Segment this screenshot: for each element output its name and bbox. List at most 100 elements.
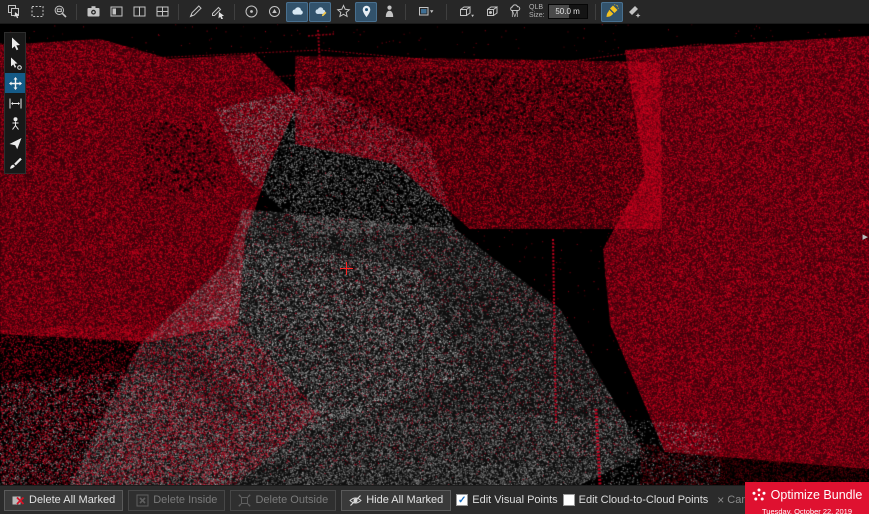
orbit-button[interactable] [240, 2, 262, 22]
mark-brush-tool[interactable] [5, 153, 25, 173]
svg-text:M: M [511, 9, 518, 19]
star-icon [336, 4, 351, 19]
snapshot-button[interactable] [82, 2, 104, 22]
spot-settings-icon [627, 4, 642, 19]
window-select-icon [30, 4, 45, 19]
pick-cursor-tool[interactable] [5, 53, 25, 73]
brush-icon [8, 156, 23, 171]
view-split-icon [132, 4, 147, 19]
merge-cloud-icon: M [508, 4, 523, 19]
toolbar-separator [234, 4, 235, 20]
delete-all-marked-button[interactable]: Delete All Marked [4, 490, 123, 511]
toolbar-separator [178, 4, 179, 20]
button-label: Delete Inside [153, 494, 217, 506]
merge-cloud-button[interactable]: M [504, 2, 526, 22]
select-items-button[interactable] [3, 2, 25, 22]
location-pin-button[interactable] [355, 2, 377, 22]
checkbox-checked-icon: ✓ [456, 494, 468, 506]
qlb-size-value: 50.0 m [549, 5, 587, 18]
fly-navigate-tool[interactable] [5, 133, 25, 153]
delete-outside-button[interactable]: Delete Outside [230, 490, 336, 511]
checkbox-unchecked-icon [563, 494, 575, 506]
select-items-icon [7, 4, 22, 19]
examine-icon [267, 4, 282, 19]
display-mode-dropdown[interactable] [411, 2, 441, 22]
zoom-window-icon [53, 4, 68, 19]
scan-person-icon [8, 116, 23, 131]
spotlight-button[interactable] [601, 2, 623, 22]
measure-distance-tool[interactable] [5, 93, 25, 113]
viewport: ▸ [0, 24, 869, 485]
panel-expand-arrow[interactable]: ▸ [862, 232, 868, 243]
view-split-button[interactable] [128, 2, 150, 22]
camera-icon [86, 4, 101, 19]
view-single-button[interactable] [105, 2, 127, 22]
edit-visual-points-checkbox[interactable]: ✓ Edit Visual Points [456, 494, 557, 506]
close-icon: × [717, 494, 724, 506]
toolbar-separator [446, 4, 447, 20]
bounding-box-dropdown[interactable] [452, 2, 480, 22]
left-toolbar [4, 32, 26, 174]
box-view-button[interactable] [481, 2, 503, 22]
orbit-icon [244, 4, 259, 19]
toolbar-separator [405, 4, 406, 20]
bundle-icon [752, 488, 766, 502]
delete-outside-icon [238, 494, 251, 507]
point-cloud-button[interactable] [286, 2, 308, 22]
delete-inside-button[interactable]: Delete Inside [128, 490, 225, 511]
edit-cloud-to-cloud-checkbox[interactable]: Edit Cloud-to-Cloud Points [563, 494, 709, 506]
delete-inside-icon [136, 494, 149, 507]
view-grid-button[interactable] [151, 2, 173, 22]
delete-marked-icon [12, 494, 25, 507]
optimize-bundle-area: Optimize Bundle Tuesday, October 22, 201… [745, 482, 869, 514]
cloud-icon [290, 4, 305, 19]
check-mark: ✓ [458, 495, 466, 506]
qlb-size-label: QLB Size: [529, 4, 545, 20]
pen-icon [188, 4, 203, 19]
box-view-icon [485, 4, 500, 19]
status-date: Tuesday, October 22, 2019 [745, 505, 869, 514]
pick-pen-icon [211, 4, 226, 19]
cursor-icon [8, 36, 23, 51]
location-pin-icon [359, 4, 374, 19]
zoom-window-button[interactable] [49, 2, 71, 22]
top-toolbar: M QLB Size: 50.0 m [0, 0, 869, 24]
view-grid-icon [155, 4, 170, 19]
qlb-size-control: QLB Size: 50.0 m [529, 4, 588, 20]
button-label: Delete Outside [255, 494, 328, 506]
cloud-edit-icon [313, 4, 328, 19]
move-crosshair-icon [8, 76, 23, 91]
view-single-icon [109, 4, 124, 19]
bottom-toolbar: Delete All Marked Delete Inside Delete O… [0, 485, 869, 514]
select-cursor-tool[interactable] [5, 33, 25, 53]
spot-settings-button[interactable] [624, 2, 646, 22]
fly-icon [8, 136, 23, 151]
checkbox-label: Edit Cloud-to-Cloud Points [579, 494, 709, 506]
person-icon [382, 4, 397, 19]
pick-cursor-icon [8, 56, 23, 71]
toolbar-separator [595, 4, 596, 20]
optimize-bundle-button[interactable]: Optimize Bundle [745, 484, 869, 505]
button-label: Hide All Marked [366, 494, 443, 506]
window-select-button[interactable] [26, 2, 48, 22]
examine-button[interactable] [263, 2, 285, 22]
hide-all-marked-button[interactable]: Hide All Marked [341, 490, 451, 511]
qlb-size-slider[interactable]: 50.0 m [548, 4, 588, 19]
scan-locations-button[interactable] [378, 2, 400, 22]
pick-pen-button[interactable] [207, 2, 229, 22]
measure-icon [8, 96, 23, 111]
display-mode-icon [418, 4, 435, 19]
application-window: M QLB Size: 50.0 m [0, 0, 869, 514]
star-marker-button[interactable] [332, 2, 354, 22]
annotate-pen-button[interactable] [184, 2, 206, 22]
checkbox-label: Edit Visual Points [472, 494, 557, 506]
optimize-label: Optimize Bundle [771, 488, 863, 502]
toolbar-separator [76, 4, 77, 20]
cloud-edit-button[interactable] [309, 2, 331, 22]
flashlight-icon [604, 4, 619, 19]
point-cloud-canvas[interactable] [0, 24, 869, 485]
button-label: Delete All Marked [29, 494, 115, 506]
hide-marked-icon [349, 494, 362, 507]
crosshair-move-tool[interactable] [5, 73, 25, 93]
scan-view-tool[interactable] [5, 113, 25, 133]
